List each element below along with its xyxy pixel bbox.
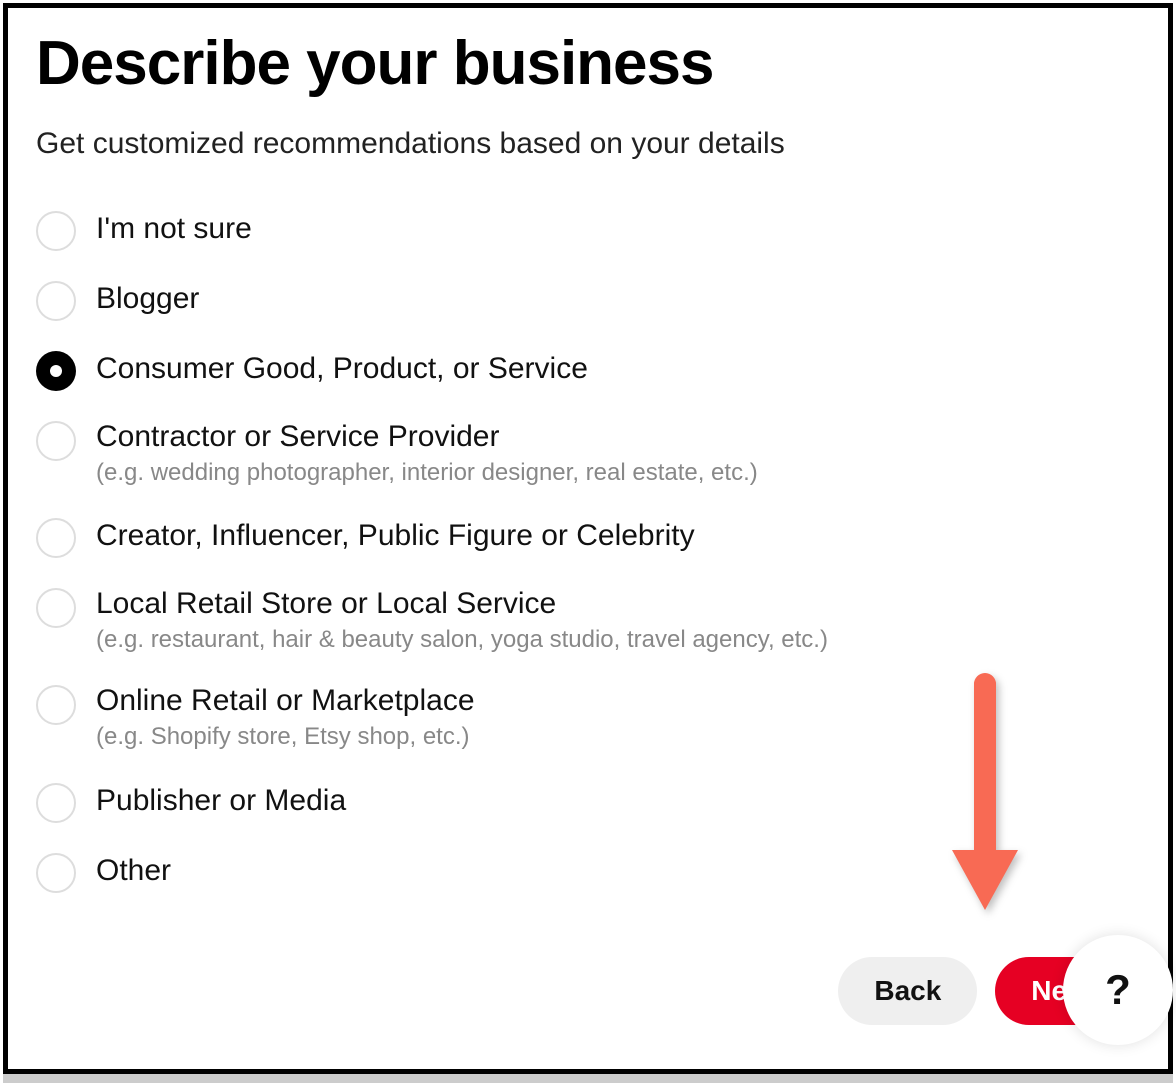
option-text: Creator, Influencer, Public Figure or Ce… bbox=[96, 516, 695, 556]
dialog-frame: Describe your business Get customized re… bbox=[3, 3, 1173, 1074]
option-label: Publisher or Media bbox=[96, 783, 346, 819]
option-label: Blogger bbox=[96, 281, 199, 317]
option-text: Local Retail Store or Local Service (e.g… bbox=[96, 586, 828, 655]
radio-icon[interactable] bbox=[36, 783, 76, 823]
bottom-strip bbox=[3, 1074, 1173, 1083]
option-text: Publisher or Media bbox=[96, 781, 346, 821]
option-text: Blogger bbox=[96, 279, 199, 319]
option-sublabel: (e.g. wedding photographer, interior des… bbox=[96, 457, 758, 488]
option-sublabel: (e.g. restaurant, hair & beauty salon, y… bbox=[96, 624, 828, 655]
option-sublabel: (e.g. Shopify store, Etsy shop, etc.) bbox=[96, 721, 475, 752]
radio-icon-selected[interactable] bbox=[36, 351, 76, 391]
options-list: I'm not sure Blogger Consumer Good, Prod… bbox=[36, 209, 1140, 893]
page-title: Describe your business bbox=[36, 28, 1140, 99]
option-label: Contractor or Service Provider bbox=[96, 419, 758, 455]
option-label: Other bbox=[96, 853, 171, 889]
option-label: Creator, Influencer, Public Figure or Ce… bbox=[96, 518, 695, 554]
option-publisher[interactable]: Publisher or Media bbox=[36, 781, 1140, 823]
option-other[interactable]: Other bbox=[36, 851, 1140, 893]
page-subtitle: Get customized recommendations based on … bbox=[36, 127, 1140, 161]
option-not-sure[interactable]: I'm not sure bbox=[36, 209, 1140, 251]
radio-icon[interactable] bbox=[36, 853, 76, 893]
option-creator[interactable]: Creator, Influencer, Public Figure or Ce… bbox=[36, 516, 1140, 558]
option-text: Contractor or Service Provider (e.g. wed… bbox=[96, 419, 758, 488]
option-text: Other bbox=[96, 851, 171, 891]
option-text: Consumer Good, Product, or Service bbox=[96, 349, 588, 389]
option-online-retail[interactable]: Online Retail or Marketplace (e.g. Shopi… bbox=[36, 683, 1140, 752]
radio-icon[interactable] bbox=[36, 588, 76, 628]
radio-icon[interactable] bbox=[36, 685, 76, 725]
option-label: I'm not sure bbox=[96, 211, 252, 247]
option-label: Consumer Good, Product, or Service bbox=[96, 351, 588, 387]
option-label: Local Retail Store or Local Service bbox=[96, 586, 828, 622]
option-text: Online Retail or Marketplace (e.g. Shopi… bbox=[96, 683, 475, 752]
option-text: I'm not sure bbox=[96, 209, 252, 249]
option-local-retail[interactable]: Local Retail Store or Local Service (e.g… bbox=[36, 586, 1140, 655]
radio-icon[interactable] bbox=[36, 211, 76, 251]
option-label: Online Retail or Marketplace bbox=[96, 683, 475, 719]
option-blogger[interactable]: Blogger bbox=[36, 279, 1140, 321]
option-contractor[interactable]: Contractor or Service Provider (e.g. wed… bbox=[36, 419, 1140, 488]
radio-icon[interactable] bbox=[36, 281, 76, 321]
option-consumer-good[interactable]: Consumer Good, Product, or Service bbox=[36, 349, 1140, 391]
help-button[interactable]: ? bbox=[1063, 935, 1173, 1045]
question-icon: ? bbox=[1105, 966, 1131, 1014]
back-button[interactable]: Back bbox=[838, 957, 977, 1025]
radio-icon[interactable] bbox=[36, 518, 76, 558]
radio-icon[interactable] bbox=[36, 421, 76, 461]
